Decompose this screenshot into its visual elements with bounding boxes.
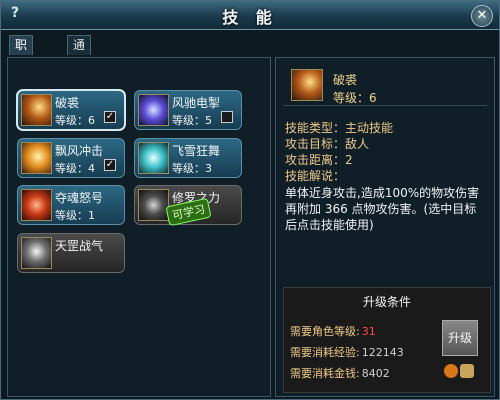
lightning-icon [138, 94, 169, 126]
required-exp-value: 122143 [361, 346, 404, 359]
required-exp-label: 需要消耗经验: [290, 346, 360, 359]
required-money-row: 需要消耗金钱: 8402 [290, 365, 390, 381]
tab-general-skills[interactable]: 通用技能 [67, 35, 92, 109]
skill-level: 等级：3 [172, 162, 212, 175]
skill-name: 破裘 [55, 96, 80, 110]
tab-class-skills[interactable]: 职业技能 [9, 35, 34, 109]
sword-slash-icon [291, 69, 323, 101]
required-money-label: 需要消耗金钱: [290, 367, 360, 380]
detail-skill-level: 等级：6 [333, 91, 377, 105]
skill-level: 等级：6 [55, 114, 95, 127]
skill-checkbox[interactable]: ✓ [104, 159, 116, 171]
skill-button-piaofeng[interactable]: 飘风冲击 等级：4 ✓ [17, 138, 125, 178]
required-level-value: 31 [361, 325, 376, 338]
skill-name: 飘风冲击 [55, 144, 104, 158]
close-button[interactable]: ✕ [471, 5, 493, 27]
close-icon: ✕ [476, 8, 488, 23]
skill-button-tiangang[interactable]: 天罡战气 [17, 233, 125, 273]
detail-description: 单体近身攻击,造成100%的物攻伤害再附加 366 点物攻伤害。(选中目标后点击… [285, 186, 480, 232]
skill-level: 等级：5 [172, 114, 212, 127]
sword-slash-icon [21, 94, 52, 126]
money-bag-icon [460, 364, 474, 378]
detail-header: 破裘 等级：6 [283, 63, 487, 106]
title-bar[interactable]: ? 技 能 ✕ [1, 1, 499, 30]
warrior-aura-icon [21, 237, 52, 269]
detail-skill-name: 破裘 [333, 73, 358, 87]
skill-checkbox[interactable] [221, 111, 233, 123]
upgrade-title: 升级条件 [362, 295, 411, 309]
skill-level: 等级：4 [55, 162, 95, 175]
wind-blade-icon [21, 142, 52, 174]
skill-checkbox[interactable]: ✓ [104, 111, 116, 123]
detail-desc-label: 技能解说： [285, 169, 346, 183]
skill-button-feixue[interactable]: 飞雪狂舞 等级：3 [134, 138, 242, 178]
upgrade-button[interactable]: 升级 [442, 320, 478, 356]
skill-name: 风驰电掣 [172, 96, 221, 110]
required-level-row: 需要角色等级: 31 [290, 323, 376, 339]
skill-button-duohun[interactable]: 夺魂怒号 等级：1 [17, 185, 125, 225]
required-level-label: 需要角色等级: [290, 325, 360, 338]
detail-target: 攻击目标：敌人 [285, 137, 370, 151]
demon-icon [138, 189, 169, 221]
skill-level: 等级：1 [55, 209, 95, 222]
upgrade-conditions: 升级条件 需要角色等级: 31 需要消耗经验: 122143 需要消耗金钱: 8402… [283, 287, 491, 393]
required-exp-row: 需要消耗经验: 122143 [290, 344, 404, 360]
window-title: 技 能 [222, 8, 278, 27]
rage-icon [21, 189, 52, 221]
detail-type: 技能类型：主动技能 [285, 121, 394, 135]
required-money-value: 8402 [361, 367, 390, 380]
skill-button-poqiu[interactable]: 破裘 等级：6 ✓ [16, 89, 126, 131]
skills-window: ? 技 能 ✕ 职业技能 通用技能 破裘 等级：6 ✓ 风驰电掣 等级：5 飘风… [0, 0, 500, 400]
detail-range: 攻击距离：2 [285, 153, 353, 167]
skill-name: 天罡战气 [55, 239, 104, 253]
skill-name: 夺魂怒号 [55, 191, 104, 205]
skill-button-fengchi[interactable]: 风驰电掣 等级：5 [134, 90, 242, 130]
snow-blade-icon [138, 142, 169, 174]
skill-name: 飞雪狂舞 [172, 144, 221, 158]
gold-coin-icon [444, 364, 458, 378]
